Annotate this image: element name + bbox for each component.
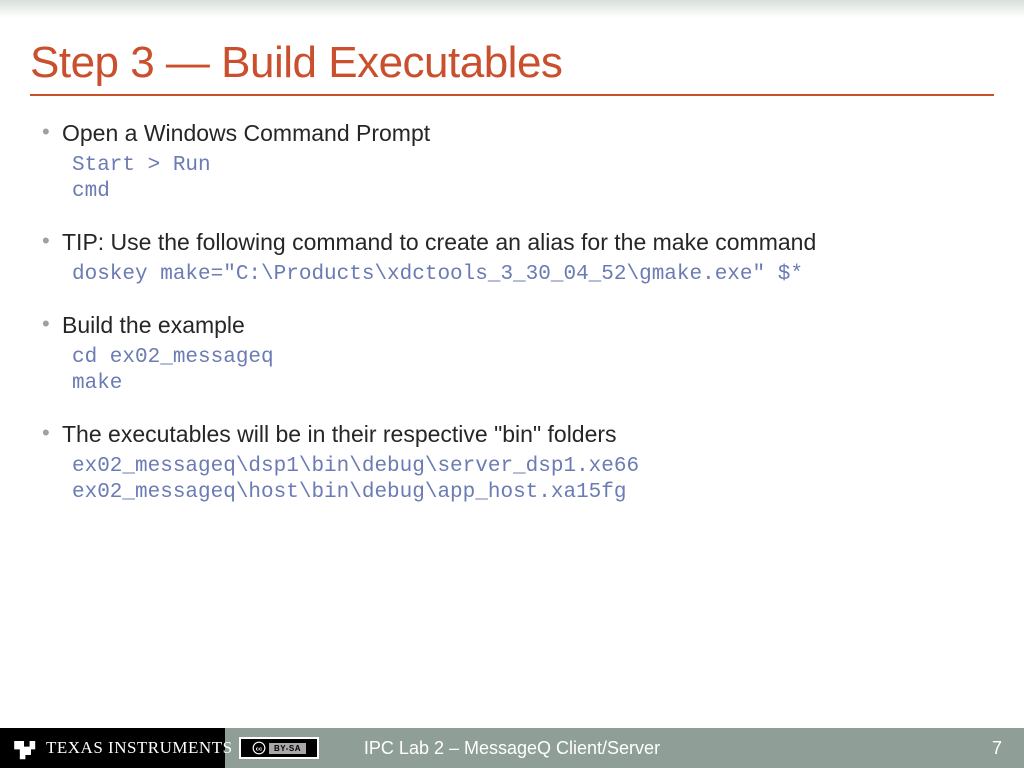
slide-content: Step 3 — Build Executables • Open a Wind… (0, 18, 1024, 728)
code-block: cd ex02_messageq make (72, 345, 974, 397)
bullet-dot-icon: • (42, 419, 62, 447)
svg-text:cc: cc (256, 746, 263, 752)
bullet-dot-icon: • (42, 227, 62, 255)
code-block: Start > Run cmd (72, 153, 974, 205)
bullet-item: • Build the example cd ex02_messageq mak… (42, 310, 974, 397)
bullet-text: Open a Windows Command Prompt (62, 118, 430, 148)
cc-icon: cc (252, 741, 266, 755)
page-number: 7 (992, 738, 1002, 759)
bullet-item: • The executables will be in their respe… (42, 419, 974, 506)
bullet-text: The executables will be in their respect… (62, 419, 617, 449)
slide-title: Step 3 — Build Executables (30, 38, 994, 96)
cc-label: BY-SA (269, 743, 306, 754)
cc-license-badge: cc BY-SA (239, 737, 319, 759)
code-block: ex02_messageq\dsp1\bin\debug\server_dsp1… (72, 454, 974, 506)
ti-logo: TEXAS INSTRUMENTS (0, 728, 225, 768)
slide-body: • Open a Windows Command Prompt Start > … (30, 118, 994, 506)
bullet-item: • TIP: Use the following command to crea… (42, 227, 974, 288)
top-gradient (0, 0, 1024, 18)
bullet-dot-icon: • (42, 310, 62, 338)
ti-chip-icon (10, 734, 38, 762)
code-block: doskey make="C:\Products\xdctools_3_30_0… (72, 262, 974, 288)
ti-logo-text: TEXAS INSTRUMENTS (46, 738, 233, 758)
bullet-dot-icon: • (42, 118, 62, 146)
bullet-text: Build the example (62, 310, 245, 340)
bullet-item: • Open a Windows Command Prompt Start > … (42, 118, 974, 205)
footer-bar: TEXAS INSTRUMENTS cc BY-SA IPC Lab 2 – M… (0, 728, 1024, 768)
bullet-text: TIP: Use the following command to create… (62, 227, 816, 257)
